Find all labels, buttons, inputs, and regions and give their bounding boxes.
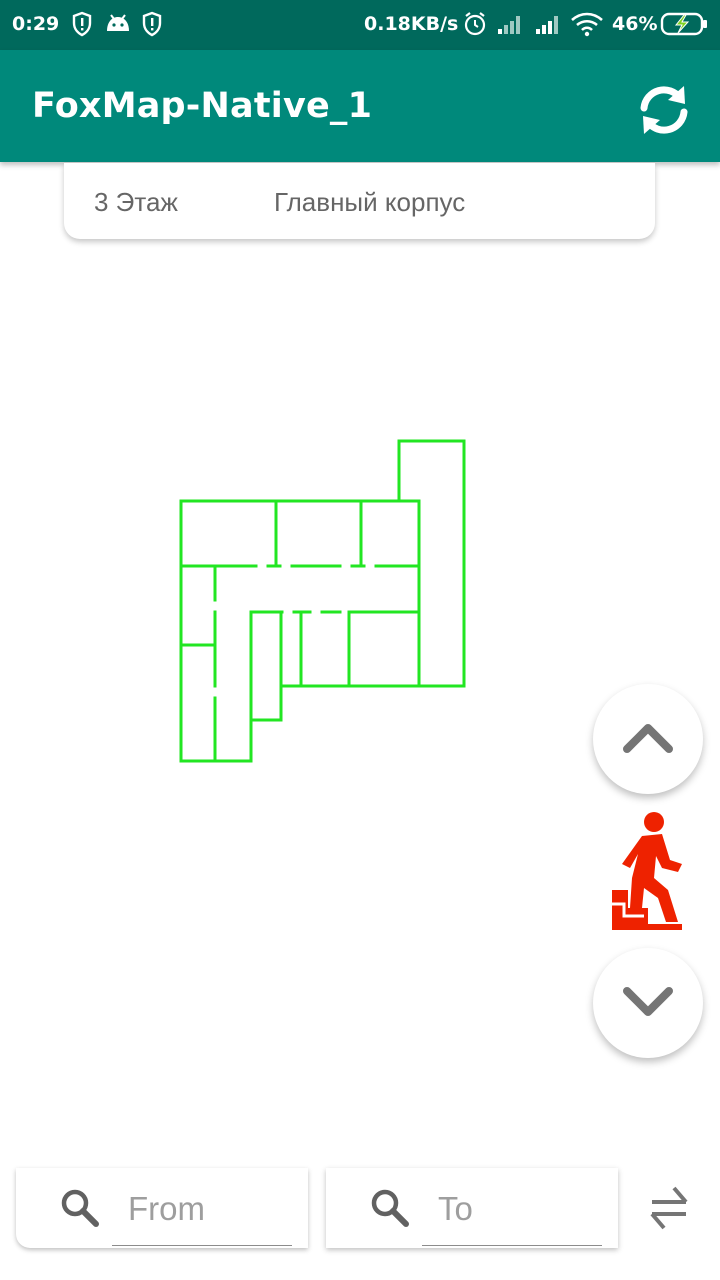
- signal-icon: [496, 11, 524, 42]
- stairs-person-icon: [608, 812, 688, 932]
- android-icon: [104, 11, 132, 42]
- from-underline: [112, 1245, 292, 1246]
- chevron-up-icon: [623, 724, 673, 753]
- network-speed: 0.18KB/s: [364, 13, 459, 35]
- battery-percent: 46%: [612, 13, 658, 35]
- from-placeholder: From: [128, 1190, 205, 1227]
- wifi-icon: [570, 11, 604, 42]
- to-placeholder: To: [438, 1190, 473, 1227]
- refresh-button[interactable]: [632, 78, 696, 142]
- location-card[interactable]: 3 Этаж Главный корпус: [64, 163, 655, 239]
- screen: 0:29 0.18KB/s 46% FoxMap-Native_1 3 Этаж…: [0, 0, 720, 1280]
- signal-icon: [534, 11, 562, 42]
- battery-charging-icon: [660, 11, 710, 42]
- status-time: 0:29: [12, 13, 60, 35]
- alarm-icon: [463, 11, 487, 42]
- swap-button[interactable]: [644, 1180, 694, 1236]
- app-title: FoxMap-Native_1: [32, 86, 373, 126]
- floor-down-button[interactable]: [593, 948, 703, 1058]
- to-underline: [422, 1245, 602, 1246]
- floor-up-button[interactable]: [593, 684, 703, 794]
- status-bar: 0:29 0.18KB/s 46%: [0, 0, 720, 50]
- from-field[interactable]: From: [16, 1168, 308, 1248]
- refresh-icon: [640, 86, 688, 134]
- floor-label[interactable]: 3 Этаж: [94, 187, 178, 218]
- search-icon: [61, 1189, 99, 1227]
- chevron-down-icon: [623, 987, 673, 1016]
- shield-icon: [72, 11, 92, 42]
- building-label[interactable]: Главный корпус: [274, 187, 465, 218]
- floor-plan-walls: [179, 439, 466, 763]
- shield-icon: [142, 11, 162, 42]
- to-field[interactable]: To: [326, 1168, 618, 1248]
- search-icon: [371, 1189, 409, 1227]
- app-bar: FoxMap-Native_1: [0, 50, 720, 162]
- swap-icon: [650, 1186, 688, 1230]
